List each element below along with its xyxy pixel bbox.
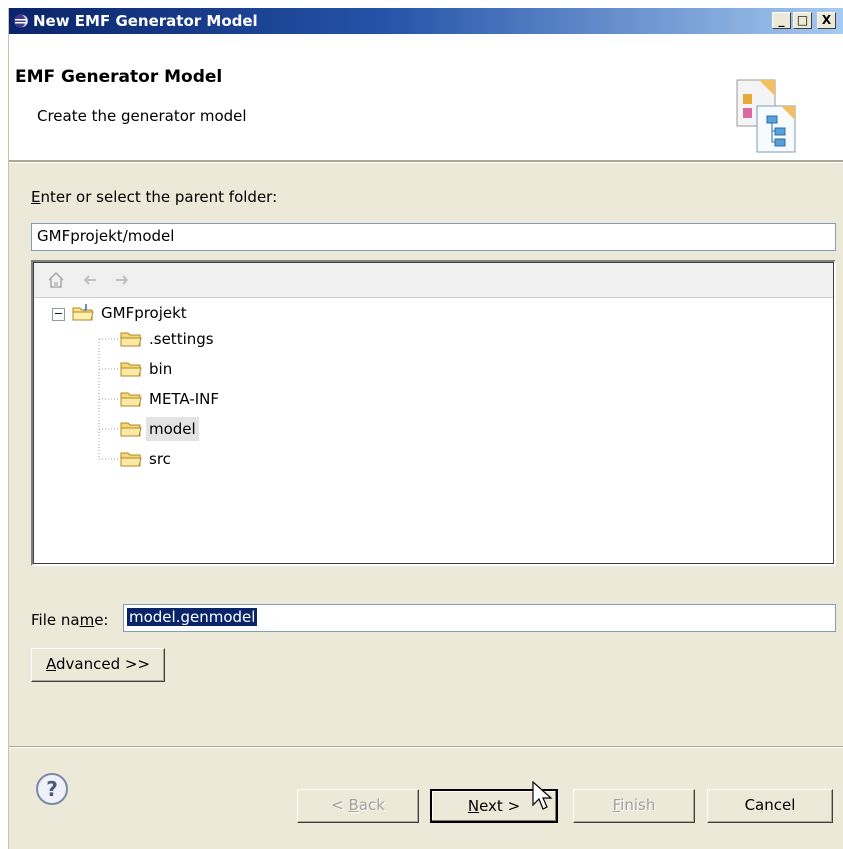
file-name-label: File name: (31, 611, 109, 629)
folder-icon (120, 422, 142, 437)
mouse-cursor-icon (532, 781, 553, 810)
finish-label: inish (620, 796, 656, 814)
finish-button[interactable]: Finish (573, 789, 695, 823)
minimize-glyph: _ (778, 13, 785, 27)
parent-folder-input[interactable]: GMFprojekt/model (31, 223, 836, 251)
maximize-glyph: □ (796, 13, 809, 27)
advanced-label: dvanced >> (56, 655, 150, 673)
help-icon[interactable]: ? (35, 772, 69, 806)
page-title: EMF Generator Model (15, 67, 223, 87)
next-label: ext > (479, 797, 521, 815)
tree-node-label: .settings (149, 330, 214, 348)
folder-tree[interactable]: − GMFprojekt .settings bin META-INF mode… (31, 260, 836, 566)
folder-tree-body: − GMFprojekt .settings bin META-INF mode… (33, 262, 834, 564)
file-name-value: model.genmodel (127, 608, 258, 626)
tree-node-label: bin (149, 360, 173, 378)
back-accel: B (348, 796, 359, 814)
file-name-label-accel: m (79, 611, 95, 629)
tree-expander[interactable]: − (52, 308, 65, 321)
next-accel: N (467, 797, 480, 815)
back-button[interactable]: < Back (297, 789, 419, 823)
cancel-label: Cancel (744, 796, 796, 814)
wizard-dialog: New EMF Generator Model _ □ X EMF Genera… (8, 8, 843, 849)
tree-node-label: model (146, 417, 199, 441)
genmodel-wizard-icon (736, 79, 796, 153)
folder-icon (120, 452, 142, 467)
tree-node-label: src (149, 450, 171, 468)
button-bar-separator (9, 746, 843, 748)
back-pre: < (331, 796, 349, 814)
parent-folder-label: Enter or select the parent folder: (31, 188, 277, 206)
wizard-header: EMF Generator Model Create the generator… (9, 34, 843, 161)
file-name-input[interactable]: model.genmodel (123, 604, 836, 632)
file-name-label-pre: File na (31, 611, 80, 629)
back-label: ack (358, 796, 385, 814)
close-glyph: X (821, 13, 832, 27)
folder-icon (120, 392, 142, 407)
folder-icon (120, 362, 142, 377)
project-folder-icon (72, 304, 94, 321)
tree-node-label: GMFprojekt (101, 304, 187, 322)
tree-expander-glyph: − (53, 307, 64, 320)
file-name-label-post: e: (94, 611, 109, 629)
parent-folder-value: GMFprojekt/model (37, 227, 175, 245)
page-description: Create the generator model (37, 107, 247, 125)
advanced-accel: A (46, 655, 56, 673)
minimize-button[interactable]: _ (772, 12, 791, 29)
cancel-button[interactable]: Cancel (707, 789, 833, 823)
close-button[interactable]: X (817, 12, 836, 29)
tree-node-label: META-INF (149, 390, 220, 408)
advanced-button[interactable]: Advanced >> (31, 648, 165, 682)
folder-icon (120, 332, 142, 347)
title-bar[interactable]: New EMF Generator Model _ □ X (9, 8, 843, 34)
parent-folder-label-text: nter or select the parent folder: (40, 188, 278, 206)
maximize-button[interactable]: □ (793, 12, 812, 29)
svg-text:?: ? (46, 777, 58, 801)
header-separator (9, 161, 843, 163)
tree-connector-lines (98, 338, 120, 460)
window-title: New EMF Generator Model (33, 12, 258, 30)
eclipse-icon (14, 14, 28, 28)
